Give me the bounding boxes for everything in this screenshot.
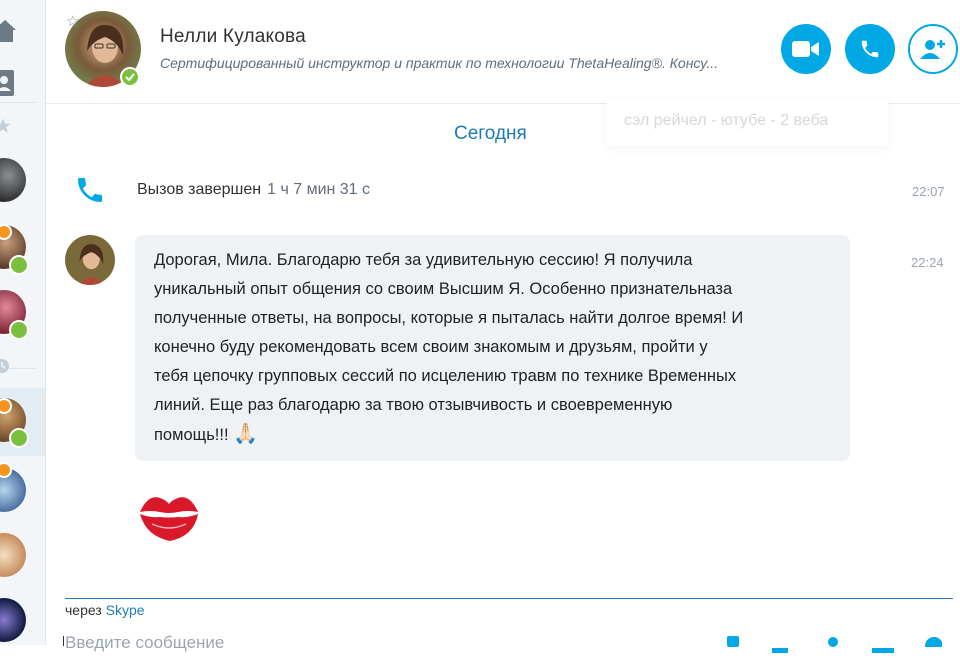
praying-hands-emoji: 🙏🏻 [233, 423, 259, 445]
sender-avatar[interactable] [65, 235, 115, 285]
contact-mood-message: Сертифицированный инструктор и практик п… [160, 55, 718, 71]
call-ended-label: Вызов завершен [137, 181, 262, 198]
home-icon[interactable] [0, 18, 16, 49]
add-participant-button[interactable] [908, 24, 958, 74]
file-icon[interactable] [772, 640, 788, 658]
kiss-lips-emoticon [138, 488, 200, 549]
ghost-search-overlay: сэл рейчел - ютубе - 2 веба [606, 100, 888, 146]
favorites-star-icon[interactable] [0, 117, 12, 140]
video-call-button[interactable] [781, 24, 831, 74]
conversation-header: ☆ Нелли Кулакова Сертифицированный инстр… [46, 0, 960, 104]
contact-card-icon[interactable] [826, 634, 840, 652]
date-separator: Сегодня [454, 123, 527, 144]
call-ended-event: Вызов завершен 1 ч 7 мин 31 с [137, 181, 370, 199]
online-status-dot [120, 67, 140, 87]
composer-divider [65, 598, 953, 599]
video-message-icon[interactable] [872, 640, 894, 658]
call-ended-phone-icon [74, 174, 106, 211]
phone-icon [861, 40, 879, 58]
online-status-dot [9, 320, 29, 340]
message-timestamp: 22:24 [911, 255, 944, 270]
recent-contact-avatar[interactable] [0, 158, 26, 202]
contacts-icon[interactable] [0, 70, 14, 101]
left-rail [0, 0, 46, 645]
add-person-icon [920, 40, 945, 59]
audio-call-button[interactable] [845, 24, 895, 74]
recent-contact-avatar[interactable] [0, 598, 26, 642]
call-duration: 1 ч 7 мин 31 с [267, 181, 371, 198]
contact-name[interactable]: Нелли Кулакова [160, 26, 306, 48]
message-bubble[interactable]: Дорогая, Мила. Благодарю тебя за удивите… [135, 235, 850, 461]
skype-link[interactable]: Skype [106, 602, 145, 618]
media-gallery-icon[interactable] [725, 634, 741, 652]
call-timestamp: 22:07 [912, 184, 945, 199]
message-text: Дорогая, Мила. Благодарю тебя за удивите… [154, 251, 744, 444]
clock-icon [0, 358, 10, 379]
via-skype-label: через Skype [65, 602, 145, 618]
online-status-dot [9, 428, 29, 448]
recent-contact-avatar[interactable] [0, 533, 26, 577]
message-input[interactable]: Введите сообщение [65, 633, 224, 653]
favorite-star-icon[interactable]: ☆ [66, 12, 79, 30]
video-camera-icon [792, 41, 819, 57]
online-status-dot [9, 255, 29, 275]
emoticon-icon[interactable] [922, 634, 943, 655]
